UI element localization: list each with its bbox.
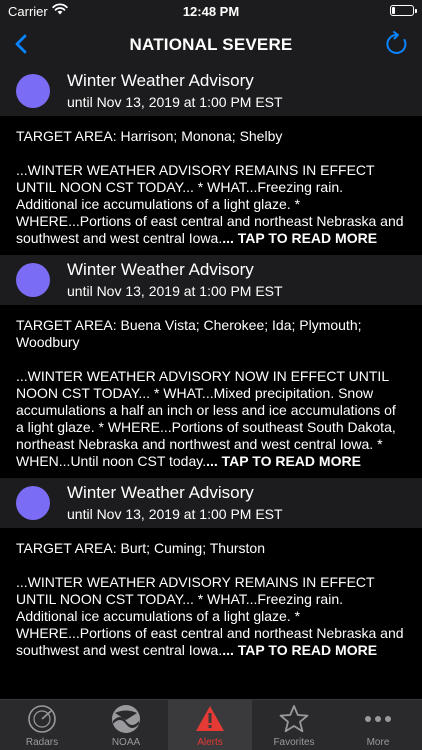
- tap-to-read-more-link[interactable]: ... TAP TO READ MORE: [222, 642, 377, 658]
- tab-radars[interactable]: Radars: [0, 700, 84, 750]
- alert-description: ...WINTER WEATHER ADVISORY REMAINS IN EF…: [16, 162, 406, 247]
- tab-label: Favorites: [273, 737, 315, 748]
- noaa-logo-icon: [112, 705, 140, 733]
- more-dots-icon: [365, 716, 391, 722]
- alert-severity-dot-icon: [16, 486, 50, 520]
- alert-item[interactable]: Winter Weather Advisory until Nov 13, 20…: [0, 255, 422, 478]
- alert-body[interactable]: TARGET AREA: Burt; Cuming; Thurston ...W…: [0, 528, 422, 667]
- alerts-list[interactable]: Winter Weather Advisory until Nov 13, 20…: [0, 66, 422, 699]
- tap-to-read-more-link[interactable]: ... TAP TO READ MORE: [222, 230, 377, 246]
- tab-bar: Radars NOAA Alerts Favorites More: [0, 699, 422, 750]
- warning-icon: [196, 706, 224, 731]
- alert-expiry: until Nov 13, 2019 at 1:00 PM EST: [67, 94, 283, 110]
- alert-description: ...WINTER WEATHER ADVISORY REMAINS IN EF…: [16, 574, 406, 659]
- tab-label: Alerts: [197, 737, 223, 748]
- alert-target-area: TARGET AREA: Buena Vista; Cherokee; Ida;…: [16, 317, 362, 350]
- alert-body[interactable]: TARGET AREA: Harrison; Monona; Shelby ..…: [0, 116, 422, 255]
- tab-favorites[interactable]: Favorites: [252, 700, 336, 750]
- refresh-icon[interactable]: [382, 29, 412, 59]
- tap-to-read-more-link[interactable]: ... TAP TO READ MORE: [206, 453, 361, 469]
- alert-severity-dot-icon: [16, 263, 50, 297]
- radar-icon: [28, 705, 56, 733]
- tab-label: More: [366, 737, 390, 748]
- tab-label: Radars: [25, 737, 59, 748]
- alert-item[interactable]: Winter Weather Advisory until Nov 13, 20…: [0, 66, 422, 255]
- alert-title: Winter Weather Advisory: [67, 260, 254, 279]
- alert-body[interactable]: TARGET AREA: Buena Vista; Cherokee; Ida;…: [0, 305, 422, 478]
- alert-title: Winter Weather Advisory: [67, 483, 254, 502]
- tab-more[interactable]: More: [336, 700, 422, 750]
- alert-expiry: until Nov 13, 2019 at 1:00 PM EST: [67, 283, 283, 299]
- alert-header[interactable]: Winter Weather Advisory until Nov 13, 20…: [0, 478, 422, 528]
- alert-target-area: TARGET AREA: Burt; Cuming; Thurston: [16, 540, 265, 556]
- tab-alerts[interactable]: Alerts: [168, 700, 252, 750]
- battery-icon: [390, 5, 417, 16]
- battery-level: [392, 7, 396, 14]
- alert-severity-dot-icon: [16, 74, 50, 108]
- alert-target-area: TARGET AREA: Harrison; Monona; Shelby: [16, 128, 283, 144]
- status-bar: Carrier 12:48 PM: [0, 0, 422, 22]
- star-icon: [279, 705, 309, 733]
- status-time: 12:48 PM: [182, 4, 240, 19]
- alert-description: ...WINTER WEATHER ADVISORY NOW IN EFFECT…: [16, 368, 406, 470]
- tab-label: NOAA: [111, 737, 141, 748]
- alert-header[interactable]: Winter Weather Advisory until Nov 13, 20…: [0, 255, 422, 305]
- page-title: NATIONAL SEVERE: [129, 35, 293, 54]
- tab-noaa[interactable]: NOAA: [84, 700, 168, 750]
- alert-title: Winter Weather Advisory: [67, 71, 254, 90]
- navigation-bar: NATIONAL SEVERE: [0, 22, 422, 66]
- alert-expiry: until Nov 13, 2019 at 1:00 PM EST: [67, 506, 283, 522]
- alert-item[interactable]: Winter Weather Advisory until Nov 13, 20…: [0, 478, 422, 667]
- alert-header[interactable]: Winter Weather Advisory until Nov 13, 20…: [0, 66, 422, 116]
